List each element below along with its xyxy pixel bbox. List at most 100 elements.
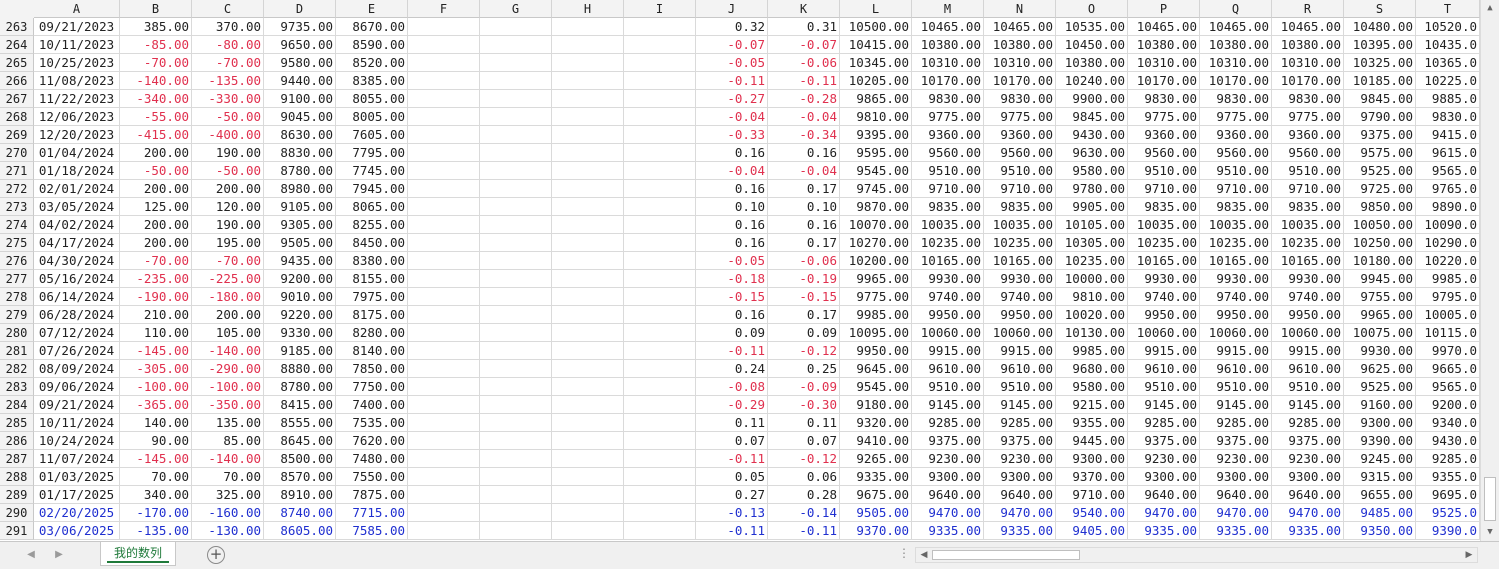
cell-r291[interactable]: 9335.00 [1272, 522, 1344, 540]
cell-i280[interactable] [624, 324, 696, 342]
cell-g281[interactable] [480, 342, 552, 360]
cell-c280[interactable]: 105.00 [192, 324, 264, 342]
cell-k268[interactable]: -0.04 [768, 108, 840, 126]
cell-j280[interactable]: 0.09 [696, 324, 768, 342]
cell-i286[interactable] [624, 432, 696, 450]
cell-j269[interactable]: -0.33 [696, 126, 768, 144]
cell-l277[interactable]: 9965.00 [840, 270, 912, 288]
cell-p282[interactable]: 9610.00 [1128, 360, 1200, 378]
row-header[interactable]: 275 [0, 234, 34, 252]
cell-g272[interactable] [480, 180, 552, 198]
cell-s291[interactable]: 9350.00 [1344, 522, 1416, 540]
cell-c285[interactable]: 135.00 [192, 414, 264, 432]
cell-s281[interactable]: 9930.00 [1344, 342, 1416, 360]
cell-i263[interactable] [624, 18, 696, 36]
cell-n265[interactable]: 10310.00 [984, 54, 1056, 72]
cell-s266[interactable]: 10185.00 [1344, 72, 1416, 90]
cell-b267[interactable]: -340.00 [120, 90, 192, 108]
cell-r287[interactable]: 9230.00 [1272, 450, 1344, 468]
cell-o286[interactable]: 9445.00 [1056, 432, 1128, 450]
cell-t283[interactable]: 9565.0 [1416, 378, 1480, 396]
cell-c289[interactable]: 325.00 [192, 486, 264, 504]
cell-k277[interactable]: -0.19 [768, 270, 840, 288]
cell-t279[interactable]: 10005.0 [1416, 306, 1480, 324]
cell-n291[interactable]: 9335.00 [984, 522, 1056, 540]
cell-q269[interactable]: 9360.00 [1200, 126, 1272, 144]
cell-h282[interactable] [552, 360, 624, 378]
vertical-scrollbar[interactable]: ▲ ▼ [1480, 0, 1499, 541]
cell-o279[interactable]: 10020.00 [1056, 306, 1128, 324]
cell-l291[interactable]: 9370.00 [840, 522, 912, 540]
cell-o284[interactable]: 9215.00 [1056, 396, 1128, 414]
cell-c284[interactable]: -350.00 [192, 396, 264, 414]
row-header[interactable]: 269 [0, 126, 34, 144]
cell-p263[interactable]: 10465.00 [1128, 18, 1200, 36]
cell-j277[interactable]: -0.18 [696, 270, 768, 288]
cell-g269[interactable] [480, 126, 552, 144]
cell-l272[interactable]: 9745.00 [840, 180, 912, 198]
cell-l286[interactable]: 9410.00 [840, 432, 912, 450]
cell-a287[interactable]: 11/07/2024 [34, 450, 120, 468]
row-header[interactable]: 266 [0, 72, 34, 90]
cell-t290[interactable]: 9525.0 [1416, 504, 1480, 522]
cell-l282[interactable]: 9645.00 [840, 360, 912, 378]
cell-t287[interactable]: 9285.0 [1416, 450, 1480, 468]
cell-j281[interactable]: -0.11 [696, 342, 768, 360]
cell-n274[interactable]: 10035.00 [984, 216, 1056, 234]
row-header[interactable]: 276 [0, 252, 34, 270]
cell-n270[interactable]: 9560.00 [984, 144, 1056, 162]
cell-o266[interactable]: 10240.00 [1056, 72, 1128, 90]
row-header[interactable]: 287 [0, 450, 34, 468]
cell-i274[interactable] [624, 216, 696, 234]
cell-o263[interactable]: 10535.00 [1056, 18, 1128, 36]
cell-h265[interactable] [552, 54, 624, 72]
cell-g271[interactable] [480, 162, 552, 180]
cell-k285[interactable]: 0.11 [768, 414, 840, 432]
cell-n275[interactable]: 10235.00 [984, 234, 1056, 252]
cell-k279[interactable]: 0.17 [768, 306, 840, 324]
cell-t281[interactable]: 9970.0 [1416, 342, 1480, 360]
cell-a277[interactable]: 05/16/2024 [34, 270, 120, 288]
cell-s282[interactable]: 9625.00 [1344, 360, 1416, 378]
cell-l279[interactable]: 9985.00 [840, 306, 912, 324]
cell-q290[interactable]: 9470.00 [1200, 504, 1272, 522]
cell-q281[interactable]: 9915.00 [1200, 342, 1272, 360]
cell-a286[interactable]: 10/24/2024 [34, 432, 120, 450]
cell-s269[interactable]: 9375.00 [1344, 126, 1416, 144]
cell-d291[interactable]: 8605.00 [264, 522, 336, 540]
cell-l284[interactable]: 9180.00 [840, 396, 912, 414]
cell-m291[interactable]: 9335.00 [912, 522, 984, 540]
cell-r280[interactable]: 10060.00 [1272, 324, 1344, 342]
cell-p284[interactable]: 9145.00 [1128, 396, 1200, 414]
cell-n290[interactable]: 9470.00 [984, 504, 1056, 522]
column-header-t[interactable]: T [1416, 0, 1480, 18]
cell-q277[interactable]: 9930.00 [1200, 270, 1272, 288]
cell-s265[interactable]: 10325.00 [1344, 54, 1416, 72]
cell-l285[interactable]: 9320.00 [840, 414, 912, 432]
cell-e264[interactable]: 8590.00 [336, 36, 408, 54]
cell-i273[interactable] [624, 198, 696, 216]
cell-f283[interactable] [408, 378, 480, 396]
cell-f288[interactable] [408, 468, 480, 486]
cell-b288[interactable]: 70.00 [120, 468, 192, 486]
cell-l271[interactable]: 9545.00 [840, 162, 912, 180]
row-header[interactable]: 273 [0, 198, 34, 216]
cell-h286[interactable] [552, 432, 624, 450]
cell-i281[interactable] [624, 342, 696, 360]
cell-j287[interactable]: -0.11 [696, 450, 768, 468]
cell-g270[interactable] [480, 144, 552, 162]
cell-a288[interactable]: 01/03/2025 [34, 468, 120, 486]
cell-a285[interactable]: 10/11/2024 [34, 414, 120, 432]
cell-n267[interactable]: 9830.00 [984, 90, 1056, 108]
cell-j279[interactable]: 0.16 [696, 306, 768, 324]
cell-s287[interactable]: 9245.00 [1344, 450, 1416, 468]
cell-j291[interactable]: -0.11 [696, 522, 768, 540]
column-header-g[interactable]: G [480, 0, 552, 18]
cell-c277[interactable]: -225.00 [192, 270, 264, 288]
cell-d268[interactable]: 9045.00 [264, 108, 336, 126]
cell-s278[interactable]: 9755.00 [1344, 288, 1416, 306]
cell-b283[interactable]: -100.00 [120, 378, 192, 396]
cell-t286[interactable]: 9430.0 [1416, 432, 1480, 450]
cell-h275[interactable] [552, 234, 624, 252]
cell-f291[interactable] [408, 522, 480, 540]
